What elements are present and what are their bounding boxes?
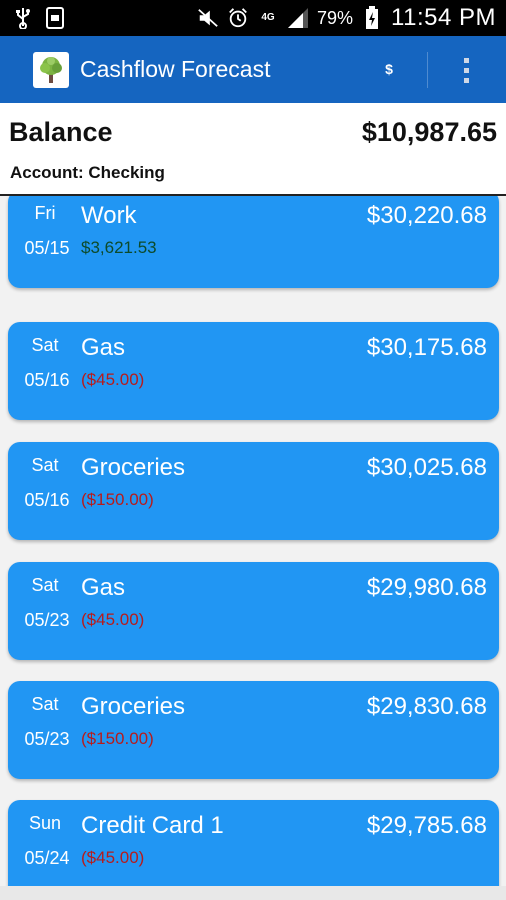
transaction-name: Groceries bbox=[81, 693, 186, 720]
transaction-card[interactable]: Fri 05/15 Work $3,621.53 $30,220.68 bbox=[8, 196, 499, 288]
app-title: Cashflow Forecast bbox=[80, 56, 271, 82]
transaction-amount: $3,621.53 bbox=[81, 238, 157, 257]
transaction-card[interactable]: Sat 05/16 Gas ($45.00) $30,175.68 bbox=[8, 322, 499, 420]
transaction-name: Work bbox=[81, 202, 137, 229]
overflow-menu-icon[interactable] bbox=[456, 52, 476, 88]
alarm-icon bbox=[227, 7, 249, 29]
transaction-day: Sat bbox=[31, 335, 59, 355]
transaction-name: Credit Card 1 bbox=[81, 812, 224, 839]
transaction-amount: ($45.00) bbox=[81, 610, 145, 629]
transaction-card[interactable]: Sat 05/16 Groceries ($150.00) $30,025.68 bbox=[8, 442, 499, 540]
running-balance: $30,220.68 bbox=[366, 202, 487, 229]
transaction-list[interactable]: Fri 05/15 Work $3,621.53 $30,220.68 Sat … bbox=[0, 196, 506, 886]
clock: 11:54 PM bbox=[391, 4, 496, 31]
balance-amount: $10,987.65 bbox=[361, 117, 497, 147]
running-balance: $29,980.68 bbox=[366, 574, 487, 601]
signal-icon bbox=[287, 7, 309, 29]
transaction-day: Sat bbox=[31, 575, 59, 595]
mute-icon bbox=[197, 7, 219, 29]
status-bar: 4G 79% 11:54 PM bbox=[0, 0, 506, 36]
running-balance: $30,025.68 bbox=[366, 454, 487, 481]
network-type: 4G bbox=[261, 12, 275, 23]
battery-icon bbox=[361, 6, 383, 29]
currency-button[interactable]: $ bbox=[376, 54, 402, 84]
transaction-day: Sat bbox=[31, 694, 59, 714]
transaction-amount: ($45.00) bbox=[81, 848, 145, 867]
transaction-name: Gas bbox=[81, 574, 126, 601]
transaction-day: Fri bbox=[34, 203, 56, 223]
transaction-day: Sat bbox=[31, 455, 59, 475]
transaction-date: 05/16 bbox=[24, 490, 70, 510]
transaction-amount: ($45.00) bbox=[81, 370, 145, 389]
transaction-name: Groceries bbox=[81, 454, 186, 481]
running-balance: $29,830.68 bbox=[366, 693, 487, 720]
transaction-card[interactable]: Sat 05/23 Gas ($45.00) $29,980.68 bbox=[8, 562, 499, 660]
transaction-name: Gas bbox=[81, 334, 126, 361]
app-bar: Cashflow Forecast $ bbox=[0, 36, 506, 103]
transaction-amount: ($150.00) bbox=[81, 729, 154, 748]
transaction-date: 05/16 bbox=[24, 370, 70, 390]
transaction-date: 05/23 bbox=[24, 729, 70, 749]
battery-percent: 79% bbox=[317, 7, 354, 28]
transaction-amount: ($150.00) bbox=[81, 490, 154, 509]
transaction-date: 05/24 bbox=[24, 848, 70, 868]
usb-icon bbox=[12, 7, 34, 29]
balance-label: Balance bbox=[9, 117, 113, 147]
transaction-day: Sun bbox=[28, 813, 62, 833]
app-logo-icon[interactable] bbox=[33, 51, 69, 88]
transaction-date: 05/23 bbox=[24, 610, 70, 630]
screenshot-icon bbox=[44, 7, 66, 29]
transaction-date: 05/15 bbox=[24, 238, 70, 258]
running-balance: $30,175.68 bbox=[366, 334, 487, 361]
transaction-card[interactable]: Sat 05/23 Groceries ($150.00) $29,830.68 bbox=[8, 681, 499, 779]
app-bar-divider bbox=[427, 52, 428, 88]
balance-header: Balance $10,987.65 Account: Checking bbox=[0, 103, 506, 196]
running-balance: $29,785.68 bbox=[366, 812, 487, 839]
transaction-card[interactable]: Sun 05/24 Credit Card 1 ($45.00) $29,785… bbox=[8, 800, 499, 886]
account-label[interactable]: Account: Checking bbox=[10, 163, 165, 183]
bottom-edge bbox=[0, 886, 506, 900]
